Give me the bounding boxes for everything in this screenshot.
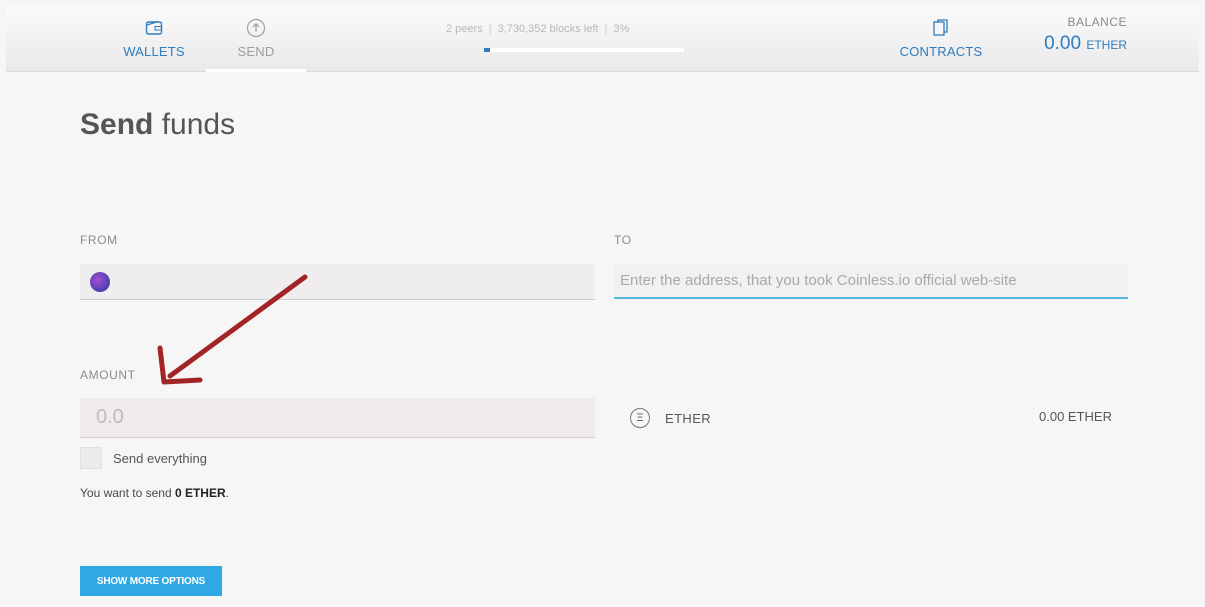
- balance-label: BALANCE: [1067, 15, 1127, 29]
- tab-contracts[interactable]: CONTRACTS: [886, 6, 996, 72]
- page-title: Send funds: [80, 108, 235, 142]
- balance-value-row: 0.00 ETHER: [1044, 33, 1127, 55]
- send-summary: You want to send 0 ETHER.: [80, 486, 229, 500]
- send-everything-label: Send everything: [113, 450, 207, 466]
- page-title-bold: Send: [80, 108, 154, 141]
- ether-icon: Ξ: [630, 408, 650, 428]
- available-balance: 0.00 ETHER: [1039, 409, 1112, 424]
- from-label: FROM: [80, 233, 118, 247]
- to-address-input[interactable]: [614, 264, 1128, 299]
- top-nav-bar: WALLETS SEND 2 peers | 3,730,352 blocks le…: [6, 6, 1199, 72]
- peers-count: 2 peers: [446, 23, 483, 35]
- sync-status: 2 peers | 3,730,352 blocks left | 3%: [446, 23, 630, 35]
- send-everything-option[interactable]: Send everything: [80, 447, 207, 469]
- blocks-left: 3,730,352 blocks left: [497, 23, 599, 35]
- wallet-icon: [145, 20, 163, 35]
- summary-prefix: You want to send: [80, 486, 175, 500]
- sync-percent: 3%: [613, 23, 630, 35]
- tab-send[interactable]: SEND: [206, 6, 306, 72]
- currency-select[interactable]: Ξ ETHER: [630, 406, 711, 430]
- tab-wallets[interactable]: WALLETS: [114, 6, 194, 72]
- balance-value: 0.00: [1044, 33, 1082, 54]
- tab-wallets-label: WALLETS: [123, 44, 185, 59]
- contracts-icon: [933, 19, 948, 36]
- amount-label: AMOUNT: [80, 368, 136, 382]
- summary-amount: 0 ETHER: [174, 486, 226, 500]
- from-account-select[interactable]: [80, 264, 595, 300]
- tab-contracts-label: CONTRACTS: [899, 44, 983, 59]
- sync-progress-bar: [484, 48, 684, 52]
- tab-send-label: SEND: [237, 44, 275, 59]
- send-everything-checkbox[interactable]: [80, 447, 102, 469]
- annotation-arrow: [157, 274, 308, 385]
- currency-label: ETHER: [665, 410, 712, 426]
- sync-progress-fill: [484, 48, 490, 52]
- send-icon: [246, 18, 266, 38]
- show-more-options-button[interactable]: SHOW MORE OPTIONS: [80, 566, 222, 596]
- amount-input[interactable]: [80, 398, 595, 438]
- page-title-rest: funds: [153, 108, 236, 141]
- account-identicon: [90, 272, 110, 292]
- to-label: TO: [614, 233, 632, 247]
- balance-display: BALANCE 0.00 ETHER: [1044, 15, 1127, 55]
- summary-suffix: .: [225, 486, 229, 500]
- balance-unit: ETHER: [1086, 38, 1127, 52]
